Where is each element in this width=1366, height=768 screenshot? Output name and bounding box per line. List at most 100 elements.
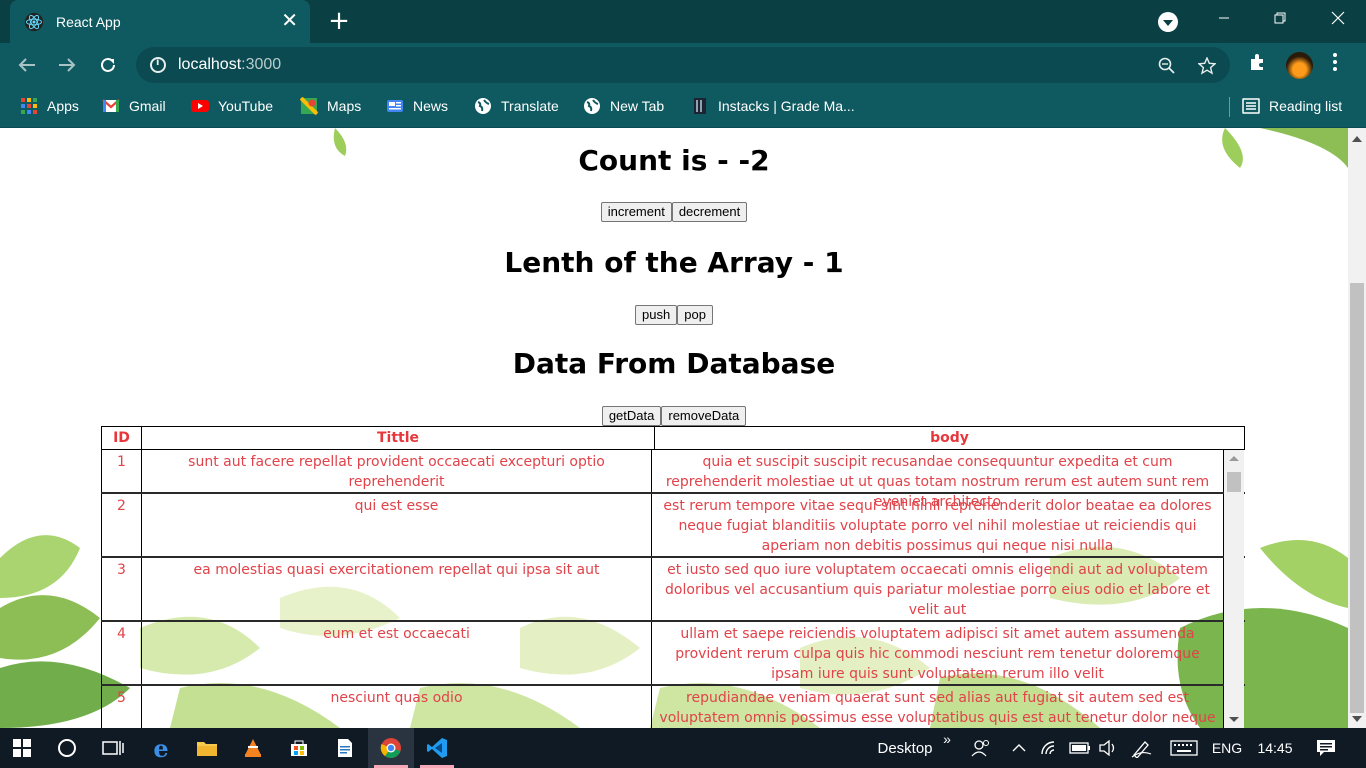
table-scrollbar[interactable]: [1224, 450, 1244, 728]
header-body: body: [930, 430, 969, 446]
action-center-icon[interactable]: [1306, 728, 1346, 768]
language-indicator[interactable]: ENG: [1206, 728, 1248, 768]
cell-body: ullam et saepe reiciendis voluptatem adi…: [651, 622, 1224, 684]
bookmark-label: Maps: [327, 98, 362, 114]
bookmark-translate[interactable]: Translate: [474, 97, 559, 115]
people-icon[interactable]: [966, 728, 996, 768]
reading-list-button[interactable]: Reading list: [1242, 97, 1342, 115]
cell-title: ea molestias quasi exercitationem repell…: [141, 558, 651, 620]
bookmark-label: News: [413, 98, 449, 114]
new-tab-button[interactable]: +: [326, 8, 352, 34]
edge-browser-icon[interactable]: e: [138, 728, 184, 768]
reading-list-icon: [1242, 98, 1260, 114]
back-arrow-icon[interactable]: [12, 51, 42, 79]
bookmark-news[interactable]: News: [386, 97, 448, 115]
pop-button[interactable]: pop: [677, 305, 713, 325]
bookmark-new-tab[interactable]: New Tab: [583, 97, 664, 115]
tab-close-icon[interactable]: ✕: [281, 11, 298, 31]
bookmark-maps[interactable]: Maps: [300, 97, 361, 115]
windows-taskbar: e Desktop » ENG 14:45: [0, 728, 1366, 768]
address-bar[interactable]: localhost:3000: [136, 47, 1230, 83]
restore-icon[interactable]: [1252, 0, 1308, 36]
table-scroll-thumb[interactable]: [1227, 472, 1241, 492]
cell-id: 5: [101, 686, 141, 728]
bookmark-gmail[interactable]: Gmail: [102, 97, 166, 115]
cell-id: 4: [101, 622, 141, 684]
bookmarks-bar: Apps Gmail YouTube Maps News Translate N…: [0, 87, 1366, 128]
wifi-icon[interactable]: [1036, 728, 1064, 768]
close-window-icon[interactable]: [1310, 0, 1366, 36]
increment-button[interactable]: increment: [600, 202, 672, 222]
page-scrollbar[interactable]: [1348, 128, 1366, 728]
site-info-icon[interactable]: [150, 57, 166, 73]
cell-title: nesciunt quas odio: [141, 686, 651, 728]
page-scroll-down-icon[interactable]: [1352, 716, 1362, 722]
table-scroll-down-icon[interactable]: [1229, 717, 1239, 722]
zoom-icon[interactable]: [1158, 57, 1176, 79]
tab-search-icon[interactable]: [1158, 12, 1178, 32]
chrome-taskbar-icon[interactable]: [368, 728, 414, 768]
cell-body: repudiandae veniam quaerat sunt sed alia…: [651, 686, 1224, 728]
push-button[interactable]: push: [635, 305, 678, 325]
page-viewport: Count is - -2 increment decrement Lenth …: [0, 128, 1348, 728]
file-explorer-icon[interactable]: [184, 728, 230, 768]
pen-workspace-icon[interactable]: [1126, 728, 1158, 768]
instacks-icon: [694, 98, 706, 114]
get-data-button[interactable]: getData: [601, 406, 662, 426]
bookmark-label: Instacks | Grade Ma...: [718, 98, 855, 114]
microsoft-store-icon[interactable]: [276, 728, 322, 768]
database-heading: Data From Database: [512, 347, 836, 380]
page-scroll-up-icon[interactable]: [1352, 136, 1362, 142]
cell-body: est rerum tempore vitae sequi sint nihil…: [651, 494, 1224, 556]
page-scroll-thumb[interactable]: [1350, 283, 1364, 713]
volume-icon[interactable]: [1094, 728, 1122, 768]
battery-icon[interactable]: [1066, 728, 1094, 768]
vscode-icon[interactable]: [414, 728, 460, 768]
count-heading: Count is - -2: [578, 144, 770, 177]
cell-title: qui est esse: [141, 494, 651, 556]
profile-avatar[interactable]: [1286, 52, 1313, 79]
gmail-icon: [102, 99, 120, 112]
data-table-body[interactable]: 1 sunt aut facere repellat provident occ…: [101, 450, 1245, 728]
table-row: 1 sunt aut facere repellat provident occ…: [101, 450, 1245, 510]
bookmark-label: Translate: [501, 98, 559, 114]
database-buttons: getData removeData: [0, 406, 1348, 426]
header-title: Tittle: [142, 427, 655, 449]
maps-icon: [300, 97, 318, 115]
bookmark-apps[interactable]: Apps: [20, 97, 79, 115]
apps-grid-icon: [21, 98, 37, 114]
cell-body: et iusto sed quo iure voluptatem occaeca…: [651, 558, 1224, 620]
bookmark-label: New Tab: [610, 98, 665, 114]
vlc-player-icon[interactable]: [230, 728, 276, 768]
cortana-search-icon[interactable]: [44, 728, 90, 768]
remove-data-button[interactable]: removeData: [661, 406, 747, 426]
task-view-icon[interactable]: [90, 728, 136, 768]
notepad-document-icon[interactable]: [322, 728, 368, 768]
tab-react-app[interactable]: React App ✕: [10, 0, 310, 43]
toolbar-chevron-icon[interactable]: »: [938, 728, 956, 750]
bookmark-instacks[interactable]: Instacks | Grade Ma...: [691, 97, 855, 115]
desktop-toolbar-label[interactable]: Desktop: [870, 728, 940, 768]
table-header: ID Tittle body: [101, 426, 1245, 450]
globe-icon: [584, 98, 600, 114]
minimize-icon[interactable]: [1196, 0, 1252, 36]
table-row: 4 eum et est occaecati ullam et saepe re…: [101, 622, 1245, 686]
bookmark-label: YouTube: [218, 98, 274, 114]
windows-start-icon[interactable]: [0, 728, 44, 768]
header-id: ID: [102, 427, 142, 449]
extensions-icon[interactable]: [1248, 52, 1268, 77]
clock[interactable]: 14:45: [1250, 728, 1300, 768]
decrement-button[interactable]: decrement: [671, 202, 748, 222]
forward-arrow-icon[interactable]: [52, 51, 82, 79]
bookmark-youtube[interactable]: YouTube: [191, 97, 273, 115]
cell-title: eum et est occaecati: [141, 622, 651, 684]
show-hidden-icons-chevron[interactable]: [1006, 728, 1032, 768]
array-buttons: push pop: [0, 305, 1348, 325]
table-scroll-up-icon[interactable]: [1229, 456, 1239, 461]
bookmark-star-icon[interactable]: [1197, 56, 1217, 79]
browser-toolbar: localhost:3000: [0, 43, 1366, 87]
reload-icon[interactable]: [93, 51, 123, 79]
touch-keyboard-icon[interactable]: [1166, 728, 1202, 768]
globe-icon: [475, 98, 491, 114]
more-menu-icon[interactable]: [1332, 52, 1338, 77]
